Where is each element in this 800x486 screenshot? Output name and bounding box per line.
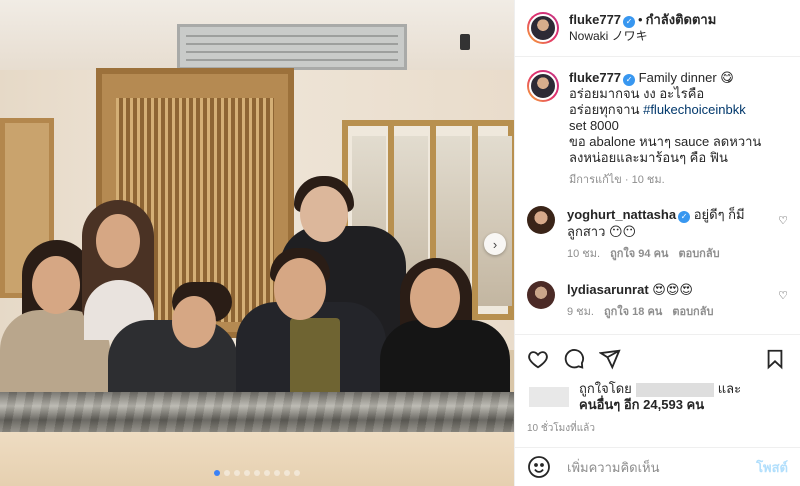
share-button[interactable] [599, 345, 635, 373]
carousel-dot [284, 470, 290, 476]
caption-line: set 8000 [569, 118, 619, 133]
liker-username[interactable] [635, 382, 714, 397]
heart-icon[interactable]: ♡ [778, 289, 788, 302]
add-comment-bar: เพิ่มความคิดเห็น โพสต์ [515, 447, 800, 486]
post-actions: ถูกใจโดย และ คนอื่นๆ อีก 24,593 คน 10 ชั่… [515, 334, 800, 436]
comment-username[interactable]: yoghurt_nattasha [567, 207, 676, 222]
send-icon [599, 349, 621, 370]
caption-hashtag[interactable]: #flukechoiceinbkk [643, 102, 746, 117]
comment-button[interactable] [563, 345, 599, 373]
post-time[interactable]: 10 ชั่วโมงที่แล้ว [527, 421, 788, 436]
comment-text: yoghurt_nattasha ✓ อยู่ดีๆ ก็มีลูกสาว 😶😶 … [567, 206, 777, 263]
caption-line: Family dinner 😋 [638, 70, 734, 85]
photo-camera [460, 34, 470, 50]
comment-meta: 9 ชม. ถูกใจ 18 คน ตอบกลับ [567, 304, 777, 321]
comment-text: lydiasarunrat 😍😍😍 9 ชม. ถูกใจ 18 คน ตอบกลั… [567, 281, 777, 321]
comments-area: fluke777 ✓ Family dinner 😋 อร่อยมากจน งง … [515, 58, 800, 334]
comment-avatar[interactable] [527, 281, 555, 309]
comment-likes[interactable]: ถูกใจ 94 คน [610, 248, 668, 260]
photo-counter [0, 392, 514, 432]
chevron-right-icon: › [492, 236, 498, 252]
likes-others[interactable]: คนอื่นๆ อีก 24,593 คน [579, 397, 704, 412]
comment-item: yoghurt_nattasha ✓ อยู่ดีๆ ก็มีลูกสาว 😶😶 … [527, 206, 788, 263]
location-link[interactable]: Nowaki ノワキ [569, 28, 716, 45]
photo-floor [0, 432, 514, 486]
photo-vent [177, 24, 407, 70]
like-button[interactable] [527, 345, 563, 373]
carousel-dot [264, 470, 270, 476]
comment-avatar[interactable] [527, 206, 555, 234]
carousel-dot [274, 470, 280, 476]
verified-icon: ✓ [678, 211, 691, 223]
comment-icon [564, 349, 584, 369]
bookmark-icon [767, 349, 783, 370]
carousel-next-button[interactable]: › [484, 233, 506, 255]
caption-username[interactable]: fluke777 [569, 70, 621, 85]
instagram-post: › fluke777 ✓ • กำลังติดตาม Nowaki ノワキ fluke… [0, 0, 800, 486]
comment-username[interactable]: lydiasarunrat [567, 282, 649, 297]
caption: fluke777 ✓ Family dinner 😋 อร่อยมากจน งง … [527, 70, 788, 188]
carousel-dot [294, 470, 300, 476]
verified-icon: ✓ [623, 16, 636, 28]
save-button[interactable] [764, 345, 788, 373]
comment-likes[interactable]: ถูกใจ 18 คน [604, 306, 662, 318]
header-username[interactable]: fluke777 [569, 12, 621, 27]
heart-icon [528, 351, 548, 369]
comment-time: 10 ชม. [567, 248, 601, 260]
carousel-dot [254, 470, 260, 476]
caption-line: ขอ abalone หนาๆ sauce ลดหวาน [569, 134, 762, 149]
carousel-dot [214, 470, 220, 476]
reply-button[interactable]: ตอบกลับ [672, 306, 713, 318]
caption-line: ลงหน่อยและมาร้อนๆ คือ ฟิน [569, 150, 728, 165]
likes-text: ถูกใจโดย และ คนอื่นๆ อีก 24,593 คน [579, 381, 741, 413]
comment-meta: 10 ชม. ถูกใจ 94 คน ตอบกลับ [567, 246, 777, 263]
avatar[interactable] [527, 12, 559, 44]
post-side-panel: fluke777 ✓ • กำลังติดตาม Nowaki ノワキ fluke77… [514, 0, 800, 486]
likes-and: และ [717, 381, 742, 396]
caption-meta: มีการแก้ไข · 10 ชม. [569, 174, 665, 186]
caption-line: อร่อยทุกจาน [569, 102, 640, 117]
liked-by-label: ถูกใจโดย [579, 381, 632, 396]
carousel-dot [234, 470, 240, 476]
liker-avatars[interactable] [529, 387, 569, 407]
caption-line: อร่อยมากจน งง อะไรคือ [569, 86, 705, 101]
comment-time: 9 ชม. [567, 306, 594, 318]
comment-item: lydiasarunrat 😍😍😍 9 ชม. ถูกใจ 18 คน ตอบกลั… [527, 281, 788, 321]
following-button[interactable]: กำลังติดตาม [646, 12, 717, 27]
heart-icon[interactable]: ♡ [778, 214, 788, 227]
caption-avatar[interactable] [527, 70, 559, 102]
carousel-dot [244, 470, 250, 476]
post-comment-button[interactable]: โพสต์ [756, 457, 788, 478]
post-header: fluke777 ✓ • กำลังติดตาม Nowaki ノワキ [515, 0, 800, 57]
caption-text: fluke777 ✓ Family dinner 😋 อร่อยมากจน งง … [569, 70, 788, 188]
likes-summary: ถูกใจโดย และ คนอื่นๆ อีก 24,593 คน [527, 381, 788, 413]
comment-body: 😍😍😍 [652, 282, 693, 297]
post-photo[interactable]: › [0, 0, 514, 486]
reply-button[interactable]: ตอบกลับ [678, 248, 719, 260]
header-text: fluke777 ✓ • กำลังติดตาม Nowaki ノワキ [569, 11, 716, 45]
emoji-icon[interactable] [527, 455, 551, 479]
carousel-dots [0, 470, 514, 476]
comment-input[interactable]: เพิ่มความคิดเห็น [567, 457, 756, 478]
action-icons [527, 343, 788, 375]
header-separator: • [638, 12, 643, 27]
verified-icon: ✓ [623, 74, 636, 86]
carousel-dot [224, 470, 230, 476]
